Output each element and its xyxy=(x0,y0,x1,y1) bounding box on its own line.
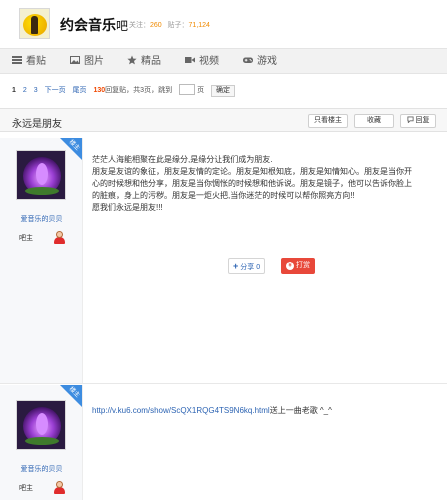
nav-tab-images[interactable]: 图片 xyxy=(70,55,104,69)
username-link[interactable]: 爱音乐的贝贝 xyxy=(0,464,83,474)
post-author-panel: 楼主 爱音乐的贝贝 吧主 xyxy=(0,385,83,500)
thread-title: 永远是朋友 xyxy=(12,119,62,130)
forum-title[interactable]: 约会音乐吧 xyxy=(60,15,128,35)
video-icon xyxy=(185,57,195,63)
page-current: 1 xyxy=(12,87,16,94)
page-jump-input[interactable] xyxy=(179,84,196,95)
nav-tab-games[interactable]: 游戏 xyxy=(243,55,277,69)
reply-count: 130 xyxy=(93,87,106,94)
star-icon xyxy=(127,55,137,65)
favorite-button[interactable]: 收藏 xyxy=(354,114,394,128)
user-role: 吧主 xyxy=(19,485,33,492)
thread-header: 永远是朋友 只看楼主 收藏 回复 xyxy=(0,108,447,132)
nav-tab-featured[interactable]: 精品 xyxy=(127,55,161,69)
image-icon xyxy=(70,56,80,64)
share-button[interactable]: + 分享 0 xyxy=(228,258,266,274)
only-author-button[interactable]: 只看楼主 xyxy=(308,114,348,128)
page-jump-confirm-button[interactable]: 确定 xyxy=(211,85,236,97)
post-line: 朋友是友谊的象征，朋友是友情的定论。朋友是知根知底，朋友是知情知心。朋友是当你开 xyxy=(92,167,412,176)
reply-button[interactable]: 回复 xyxy=(400,114,436,128)
moderator-icon xyxy=(53,231,65,244)
post-line: 茫茫人海能相聚在此是缘分,是缘分让我们成为朋友. xyxy=(92,155,273,164)
forum-header: 约会音乐吧 关注：260 贴子：71,124 xyxy=(0,0,447,44)
post-body: 茫茫人海能相聚在此是缘分,是缘分让我们成为朋友. 朋友是友谊的象征，朋友是友情的… xyxy=(92,154,438,214)
avatar[interactable] xyxy=(16,150,66,200)
forum-nav: 看贴 图片 精品 视频 游戏 xyxy=(0,48,447,74)
gamepad-icon xyxy=(243,57,253,63)
post-line: 愿我们永远是朋友!!! xyxy=(92,203,163,212)
follow-count: 260 xyxy=(150,22,162,29)
post-line: 心的时候想和他分享，朋友是当你惆怅的时候想和他诉说。朋友是镜子，他可以告诉你脸上 xyxy=(92,179,412,188)
next-page-link[interactable]: 下一页 xyxy=(45,87,66,94)
last-page-link[interactable]: 尾页 xyxy=(73,87,87,94)
nav-tab-posts[interactable]: 看贴 xyxy=(12,55,46,69)
user-role: 吧主 xyxy=(19,235,33,242)
post-floor-1: 楼主 爱音乐的贝贝 吧主 茫茫人海能相聚在此是缘分,是缘分让我们成为朋友. 朋友… xyxy=(0,138,447,384)
pagination: 1 2 3 下一页 尾页 130回复贴，共3页，跳到页 确定 xyxy=(12,84,240,97)
forum-stats: 关注：260 贴子：71,124 xyxy=(129,22,210,29)
coin-icon: ¥ xyxy=(286,262,294,270)
nav-tab-video[interactable]: 视频 xyxy=(185,55,219,69)
tip-button[interactable]: ¥ 打赏 xyxy=(281,258,315,274)
video-link[interactable]: http://v.ku6.com/show/ScQX1RQG4TS9N6kq.h… xyxy=(92,406,270,415)
post-body: http://v.ku6.com/show/ScQX1RQG4TS9N6kq.h… xyxy=(92,406,332,415)
avatar[interactable] xyxy=(16,400,66,450)
post-count: 71,124 xyxy=(188,22,210,29)
plus-icon: + xyxy=(233,261,239,271)
forum-logo[interactable] xyxy=(19,8,50,39)
username-link[interactable]: 爱音乐的贝贝 xyxy=(0,214,83,224)
post-floor-2: 楼主 爱音乐的贝贝 吧主 http://v.ku6.com/show/ScQX1… xyxy=(0,385,447,500)
list-icon xyxy=(12,56,22,64)
page-link-2[interactable]: 2 xyxy=(23,87,27,94)
post-author-panel: 楼主 爱音乐的贝贝 吧主 xyxy=(0,138,83,383)
page-link-3[interactable]: 3 xyxy=(34,87,38,94)
moderator-icon xyxy=(53,481,65,494)
reply-icon xyxy=(406,116,414,124)
post-line: 的脏痕，身上的污秽。朋友是一炬火把,当你迷茫的时候可以帮你照亮方向!! xyxy=(92,191,355,200)
